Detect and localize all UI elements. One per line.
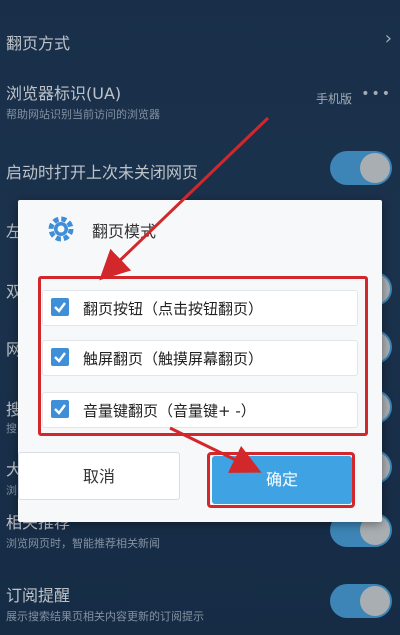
annotation-arrows bbox=[99, 116, 270, 473]
arrow-to-confirm bbox=[169, 426, 262, 473]
arrow-to-options bbox=[99, 116, 270, 281]
